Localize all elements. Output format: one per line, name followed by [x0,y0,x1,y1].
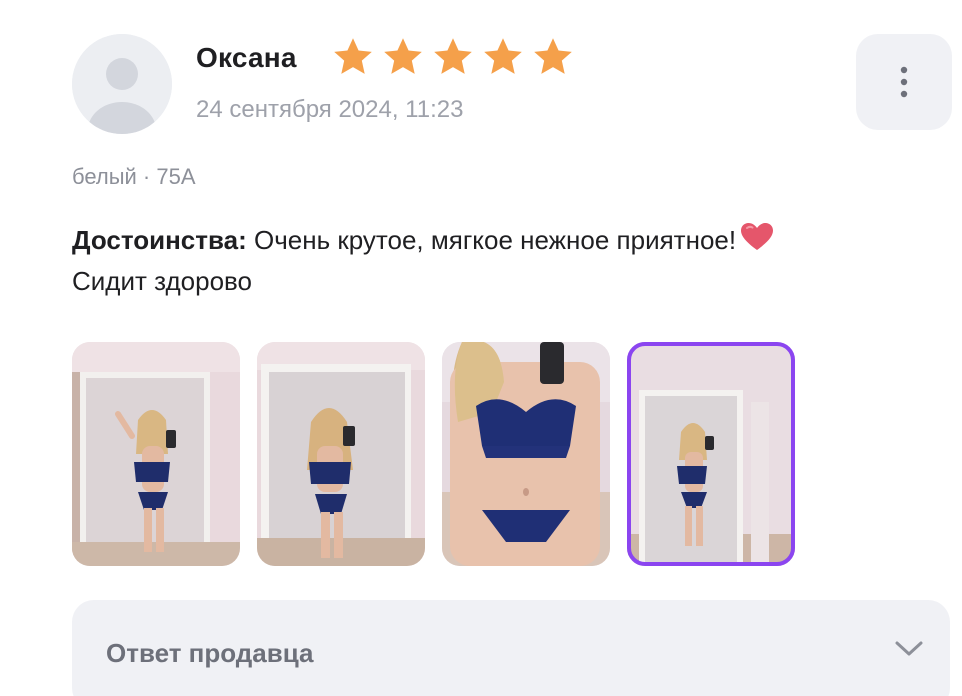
advantages-label: Достоинства: [72,225,247,255]
review-photo-1[interactable] [72,342,240,566]
seller-reply-toggle[interactable]: Ответ продавца [72,600,950,696]
product-variant: белый · 75A [72,164,196,189]
rating-stars [330,34,576,80]
star-icon [534,38,572,74]
review-card: Оксана 24 сентября 2024, 11:23 белый · 7… [0,0,962,696]
seller-reply-label: Ответ продавца [106,638,314,668]
review-advantages: Достоинства: Очень крутое, мягкое нежное… [72,220,942,302]
more-options-button[interactable] [856,34,952,130]
review-photo-2[interactable] [257,342,425,566]
review-date: 24 сентября 2024, 11:23 [196,96,464,123]
avatar [72,34,172,134]
author-name: Оксана [196,42,297,73]
review-photo-4[interactable] [627,342,795,566]
review-photo-3[interactable] [442,342,610,566]
star-icon [484,38,522,74]
user-placeholder-icon [72,34,172,134]
heart-icon [741,223,774,250]
review-photos [72,342,795,566]
chevron-down-icon [895,641,923,656]
star-icon [334,38,372,74]
more-vertical-icon [900,66,908,98]
star-icon [434,38,472,74]
star-icon [384,38,422,74]
advantages-text-line2: Сидит здорово [72,266,253,296]
advantages-text: Очень крутое, мягкое нежное приятное! [246,225,737,255]
